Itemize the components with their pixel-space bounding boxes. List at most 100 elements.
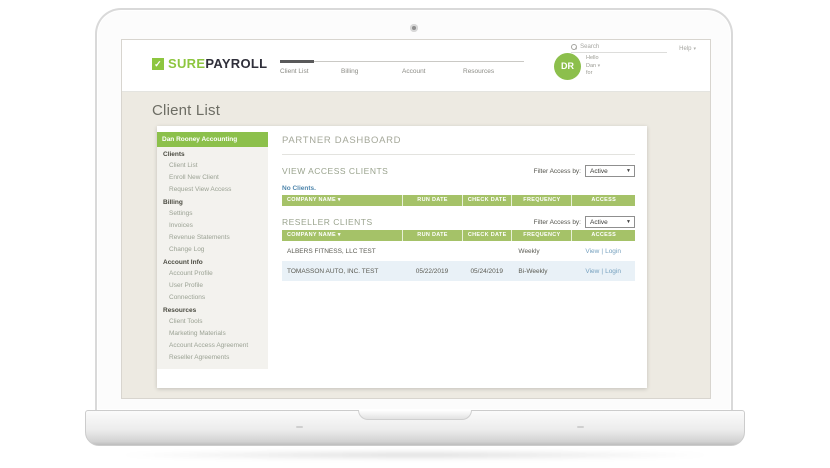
- logo-sure-text: SURE: [168, 56, 206, 71]
- partner-dashboard-card: Dan Rooney Accounting Clients Client Lis…: [157, 126, 647, 388]
- user-caret-icon: ▾: [597, 62, 601, 69]
- base-screw: [296, 426, 303, 428]
- table-row: TOMASSON AUTO, INC. TEST 05/22/2019 05/2…: [282, 261, 635, 281]
- base-screw: [577, 426, 584, 428]
- greeting-line-1: Hello: [586, 55, 599, 61]
- filter-label: Filter Access by:: [533, 167, 581, 175]
- reseller-table-header: COMPANY NAME ▾ RUN DATE CHECK DATE FREQU…: [282, 230, 635, 241]
- sidebar-item-request-view-access[interactable]: Request View Access: [157, 183, 268, 195]
- user-menu[interactable]: DR Hello Dan ▾ for: [554, 53, 600, 80]
- sidebar-account-header[interactable]: Dan Rooney Accounting: [157, 132, 268, 147]
- login-link[interactable]: Login: [605, 248, 621, 255]
- cell-access: View | Login: [571, 248, 635, 255]
- sidebar: Dan Rooney Accounting Clients Client Lis…: [157, 126, 268, 388]
- sidebar-item-account-profile[interactable]: Account Profile: [157, 267, 268, 279]
- filter-value: Active: [590, 218, 608, 226]
- search-icon: [571, 44, 578, 50]
- link-separator: |: [601, 247, 604, 255]
- sidebar-section-resources: Resources: [163, 307, 197, 314]
- col-access: ACCESS: [571, 195, 635, 206]
- nav-item-client-list[interactable]: Client List: [280, 68, 341, 75]
- nav-item-resources[interactable]: Resources: [463, 68, 524, 75]
- col-check-date: CHECK DATE: [462, 195, 511, 206]
- filter-label: Filter Access by:: [533, 218, 581, 226]
- view-access-filter-select[interactable]: Active ▼: [585, 165, 635, 177]
- link-separator: |: [601, 267, 604, 275]
- webcam-dot: [410, 24, 418, 32]
- browser-screen: Search Help ▾ ✓ SURE PAYROLL Client List…: [121, 39, 711, 399]
- dashboard-heading: PARTNER DASHBOARD: [282, 135, 402, 146]
- laptop-mockup: Search Help ▾ ✓ SURE PAYROLL Client List…: [0, 0, 830, 468]
- view-link[interactable]: View: [585, 268, 599, 275]
- surepayroll-logo: ✓ SURE PAYROLL: [152, 56, 267, 71]
- view-access-section-head: VIEW ACCESS CLIENTS Filter Access by: Ac…: [282, 165, 635, 177]
- page-title: Client List: [152, 102, 221, 119]
- sort-arrow-icon: ▾: [337, 232, 341, 238]
- reseller-section-head: RESELLER CLIENTS Filter Access by: Activ…: [282, 216, 635, 228]
- floor-shadow: [110, 450, 720, 460]
- dropdown-arrow-icon: ▼: [626, 218, 631, 225]
- dashboard-main: PARTNER DASHBOARD VIEW ACCESS CLIENTS Fi…: [268, 126, 647, 388]
- sidebar-section-clients: Clients: [163, 151, 185, 158]
- sidebar-item-marketing-materials[interactable]: Marketing Materials: [157, 327, 268, 339]
- site-header: Search Help ▾ ✓ SURE PAYROLL Client List…: [122, 40, 710, 92]
- sidebar-item-change-log[interactable]: Change Log: [157, 243, 268, 255]
- col-check-date: CHECK DATE: [462, 230, 511, 241]
- laptop-lid: Search Help ▾ ✓ SURE PAYROLL Client List…: [95, 8, 733, 410]
- search-input[interactable]: Search: [571, 44, 668, 53]
- cell-company: ALBERS FITNESS, LLC TEST: [287, 247, 376, 255]
- col-company-name[interactable]: COMPANY NAME ▾: [282, 230, 402, 241]
- view-access-filter: Filter Access by: Active ▼: [534, 165, 635, 177]
- cell-run-date: 05/22/2019: [415, 267, 449, 275]
- login-link[interactable]: Login: [605, 268, 621, 275]
- dropdown-arrow-icon: ▼: [626, 167, 631, 174]
- cell-access: View | Login: [571, 268, 635, 275]
- utility-bar: Search Help ▾: [571, 44, 696, 53]
- col-frequency: FREQUENCY: [511, 230, 571, 241]
- view-access-title: VIEW ACCESS CLIENTS: [282, 166, 389, 176]
- logo-check-icon: ✓: [152, 57, 164, 70]
- col-company-name[interactable]: COMPANY NAME ▾: [282, 195, 402, 206]
- help-label: Help: [679, 45, 692, 52]
- cell-frequency: Weekly: [518, 247, 540, 255]
- nav-item-account[interactable]: Account: [402, 68, 463, 75]
- no-clients-message: No Clients.: [282, 185, 316, 192]
- search-placeholder: Search: [580, 44, 600, 50]
- primary-nav: Client List Billing Account Resources: [280, 60, 524, 75]
- reseller-filter: Filter Access by: Active ▼: [534, 216, 635, 228]
- heading-divider: [282, 154, 635, 155]
- sidebar-item-enroll-new-client[interactable]: Enroll New Client: [157, 171, 268, 183]
- avatar: DR: [554, 53, 581, 80]
- sidebar-item-reseller-agreements[interactable]: Reseller Agreements: [157, 351, 268, 363]
- sidebar-inner: Dan Rooney Accounting Clients Client Lis…: [157, 132, 268, 369]
- reseller-title: RESELLER CLIENTS: [282, 217, 373, 227]
- sidebar-item-invoices[interactable]: Invoices: [157, 219, 268, 231]
- greeting-line-2: Dan ▾: [586, 62, 601, 69]
- sidebar-item-connections[interactable]: Connections: [157, 291, 268, 303]
- cell-check-date: 05/24/2019: [470, 267, 503, 275]
- reseller-filter-select[interactable]: Active ▼: [585, 216, 635, 228]
- view-link[interactable]: View: [585, 248, 599, 255]
- logo-payroll-text: PAYROLL: [205, 56, 268, 71]
- table-row: ALBERS FITNESS, LLC TEST Weekly View | Log…: [282, 241, 635, 261]
- col-access: ACCESS: [571, 230, 635, 241]
- cell-frequency: Bi-Weekly: [518, 267, 548, 275]
- col-run-date: RUN DATE: [402, 195, 462, 206]
- sidebar-item-account-access-agreement[interactable]: Account Access Agreement: [157, 339, 268, 351]
- sidebar-item-client-list[interactable]: Client List: [157, 159, 268, 171]
- sidebar-item-settings[interactable]: Settings: [157, 207, 268, 219]
- greeting-line-3: for: [586, 70, 593, 76]
- sidebar-item-revenue-statements[interactable]: Revenue Statements: [157, 231, 268, 243]
- reseller-clients-section: RESELLER CLIENTS Filter Access by: Activ…: [282, 216, 635, 281]
- sidebar-section-billing: Billing: [163, 199, 183, 206]
- nav-item-billing[interactable]: Billing: [341, 68, 402, 75]
- filter-value: Active: [590, 167, 608, 175]
- sidebar-section-account-info: Account Info: [163, 259, 203, 266]
- user-greeting: Hello Dan ▾ for: [586, 53, 600, 80]
- cell-company: TOMASSON AUTO, INC. TEST: [287, 267, 379, 275]
- help-caret-icon: ▾: [693, 45, 696, 52]
- sidebar-item-client-tools[interactable]: Client Tools: [157, 315, 268, 327]
- view-access-table-header: COMPANY NAME ▾ RUN DATE CHECK DATE FREQU…: [282, 195, 635, 206]
- help-menu[interactable]: Help ▾: [679, 46, 696, 52]
- sidebar-item-user-profile[interactable]: User Profile: [157, 279, 268, 291]
